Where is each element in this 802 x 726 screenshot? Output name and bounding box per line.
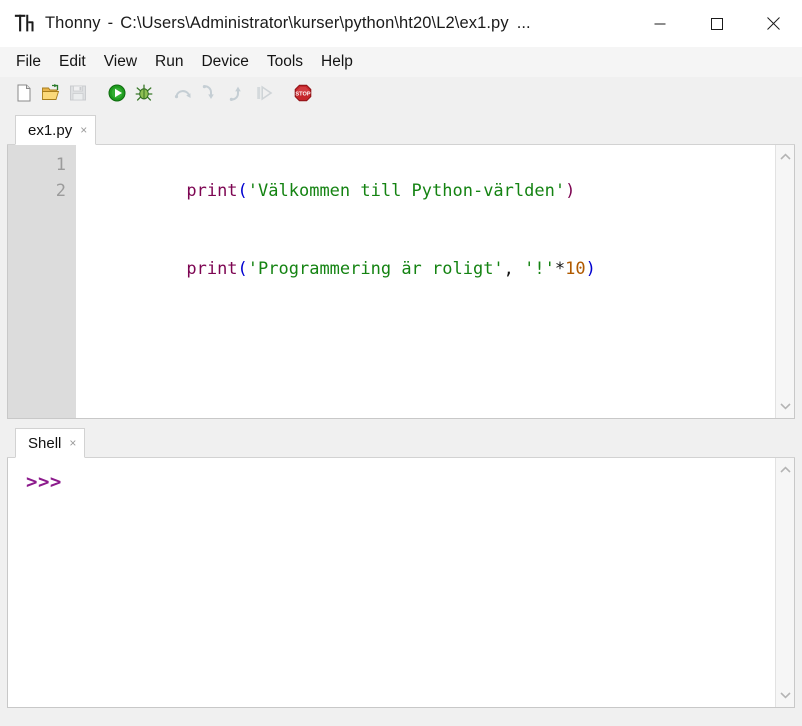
run-button[interactable]	[105, 81, 129, 105]
shell-tab[interactable]: Shell ×	[15, 428, 86, 458]
editor-text-area[interactable]: print('Välkommen till Python-världen') p…	[76, 145, 775, 418]
window-file-path: C:\Users\Administrator\kurser\python\ht2…	[120, 14, 509, 32]
code-token-paren: )	[565, 181, 576, 201]
menu-bar: File Edit View Run Device Tools Help	[0, 47, 802, 77]
new-file-button[interactable]	[12, 81, 36, 105]
step-over-icon	[174, 90, 191, 99]
menu-item-view[interactable]: View	[96, 50, 145, 75]
window-title-separator: -	[107, 14, 114, 32]
svg-text:STOP: STOP	[295, 91, 310, 97]
resume-icon	[257, 85, 273, 101]
code-editor[interactable]: 1 2 print('Välkommen till Python-världen…	[7, 145, 795, 419]
menu-item-help[interactable]: Help	[313, 50, 361, 75]
shell-output-area[interactable]: >>>	[8, 458, 775, 707]
title-bar: Thonny - C:\Users\Administrator\kurser\p…	[0, 0, 802, 47]
run-icon	[108, 84, 126, 102]
open-file-button[interactable]	[39, 81, 63, 105]
save-file-button[interactable]	[66, 81, 90, 105]
save-file-icon	[70, 85, 86, 101]
step-into-button[interactable]	[198, 81, 222, 105]
shell-pane: Shell × >>>	[7, 428, 795, 708]
menu-item-edit[interactable]: Edit	[51, 50, 94, 75]
close-icon	[767, 17, 780, 30]
code-token-operator: *	[554, 259, 566, 279]
code-token-function: print	[186, 259, 238, 279]
code-token-paren: (	[237, 259, 248, 279]
editor-tab-label: ex1.py	[28, 121, 73, 139]
line-number: 1	[55, 155, 66, 175]
new-file-icon	[17, 84, 31, 102]
shell-tabstrip: Shell ×	[7, 428, 795, 458]
code-token-comma: ,	[503, 259, 514, 279]
title-bar-left: Thonny - C:\Users\Administrator\kurser\p…	[0, 13, 631, 34]
toolbar: STOP	[0, 77, 802, 109]
close-button[interactable]	[745, 0, 802, 47]
shell-scroll-up-button[interactable]	[777, 462, 794, 478]
step-out-button[interactable]	[225, 81, 249, 105]
chevron-down-icon	[779, 692, 791, 699]
status-bar	[0, 716, 802, 726]
editor-gutter: 1 2	[8, 145, 76, 418]
step-into-icon	[202, 85, 214, 99]
editor-tab-ex1py[interactable]: ex1.py ×	[15, 115, 97, 145]
minimize-button[interactable]	[631, 0, 688, 47]
editor-pane: ex1.py × 1 2 print('Välkommen till Pytho…	[7, 115, 795, 419]
stop-icon: STOP	[294, 84, 312, 102]
debug-button[interactable]	[132, 81, 156, 105]
code-line: print('Programmering är roligt', '!'*10)	[84, 230, 775, 308]
stop-button[interactable]: STOP	[291, 81, 315, 105]
code-token-string: 'Välkommen till Python-världen'	[247, 181, 566, 201]
maximize-button[interactable]	[688, 0, 745, 47]
thonny-window: Thonny - C:\Users\Administrator\kurser\p…	[0, 0, 802, 726]
debug-icon	[135, 84, 153, 101]
code-token-string: '!'	[524, 259, 555, 279]
code-line: print('Välkommen till Python-världen')	[84, 152, 775, 230]
chevron-down-icon	[779, 403, 791, 410]
line-number: 2	[55, 181, 66, 201]
maximize-icon	[710, 17, 723, 30]
shell-prompt: >>>	[26, 471, 62, 493]
menu-item-file[interactable]: File	[8, 50, 49, 75]
editor-tabstrip: ex1.py ×	[7, 115, 795, 145]
window-app-name: Thonny	[45, 14, 101, 32]
menu-item-tools[interactable]: Tools	[259, 50, 311, 75]
code-token-number: 10	[565, 259, 586, 279]
shell-tab-close-icon[interactable]: ×	[69, 437, 76, 449]
scroll-up-button[interactable]	[777, 149, 794, 165]
shell-scroll-down-button[interactable]	[777, 687, 794, 703]
window-title-ellipsis: ...	[516, 14, 531, 32]
resume-button[interactable]	[252, 81, 276, 105]
editor-tab-close-icon[interactable]: ×	[80, 124, 87, 136]
menu-item-run[interactable]: Run	[147, 50, 191, 75]
minimize-icon	[654, 23, 665, 24]
thonny-logo-icon	[14, 14, 34, 32]
chevron-up-icon	[779, 153, 791, 160]
code-token-paren: (	[237, 181, 248, 201]
code-token-function: print	[186, 181, 238, 201]
code-token-paren: )	[585, 259, 596, 279]
shell-tab-label: Shell	[28, 434, 62, 452]
step-out-icon	[229, 86, 241, 101]
shell-console[interactable]: >>>	[7, 458, 795, 708]
window-controls	[631, 0, 802, 47]
step-over-button[interactable]	[171, 81, 195, 105]
open-file-icon	[42, 84, 60, 100]
chevron-up-icon	[779, 466, 791, 473]
scroll-down-button[interactable]	[777, 398, 794, 414]
menu-item-device[interactable]: Device	[193, 50, 256, 75]
code-token-string: 'Programmering är roligt'	[247, 259, 504, 279]
shell-vertical-scrollbar[interactable]	[775, 458, 794, 707]
editor-vertical-scrollbar[interactable]	[775, 145, 794, 418]
